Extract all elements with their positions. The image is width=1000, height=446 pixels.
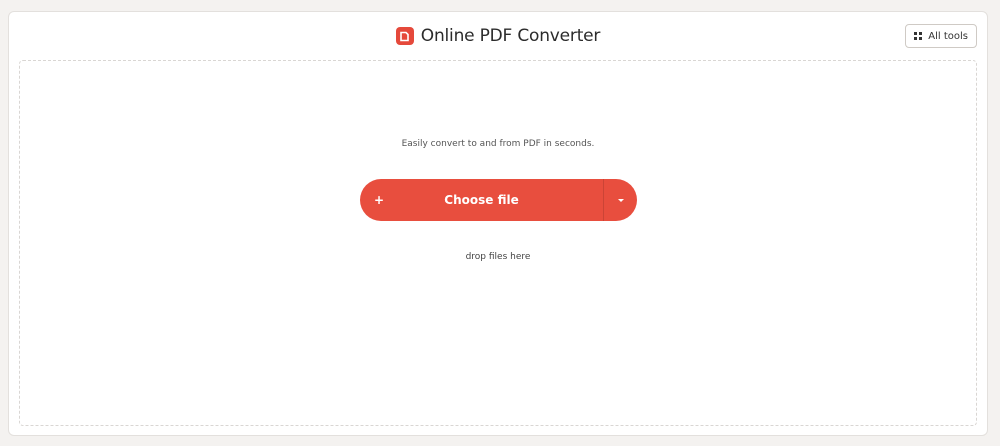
source-dropdown-button[interactable] — [604, 179, 637, 221]
choose-file-label: Choose file — [444, 193, 519, 207]
choose-file-button[interactable]: + Choose file — [360, 179, 603, 221]
header: Online PDF Converter All tools — [9, 12, 987, 60]
chevron-down-icon — [617, 198, 624, 202]
all-tools-button[interactable]: All tools — [905, 24, 977, 48]
plus-icon: + — [374, 193, 385, 207]
all-tools-label: All tools — [928, 30, 968, 42]
page-title: Online PDF Converter — [420, 26, 601, 46]
choose-file-button-group: + Choose file — [360, 179, 637, 221]
file-dropzone[interactable]: Easily convert to and from PDF in second… — [19, 60, 977, 426]
pdf-logo-icon — [395, 27, 414, 45]
grid-icon — [914, 32, 923, 40]
brand[interactable]: Online PDF Converter — [9, 26, 987, 46]
tagline: Easily convert to and from PDF in second… — [401, 139, 595, 149]
drop-hint: drop files here — [465, 252, 531, 262]
app-card: Online PDF Converter All tools Easily co… — [8, 11, 988, 436]
